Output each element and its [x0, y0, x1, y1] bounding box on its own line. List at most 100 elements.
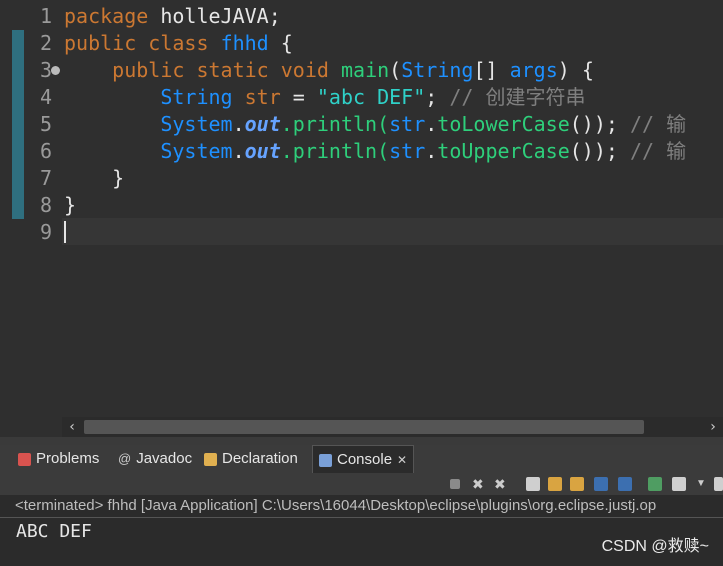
console-icon [319, 453, 332, 467]
code-token: . [232, 139, 245, 163]
declaration-icon [204, 452, 217, 466]
tab-problems[interactable]: Problems [18, 445, 99, 473]
tab-declaration[interactable]: Declaration [204, 445, 298, 473]
code-token: public [64, 31, 137, 55]
code-token: System [160, 112, 233, 136]
code-token: System [160, 139, 233, 163]
fold-icon[interactable] [51, 66, 60, 75]
code-token: { [268, 31, 293, 55]
line-number: 8 [39, 193, 52, 217]
line-number: 9 [39, 220, 52, 244]
code-token: class [148, 31, 209, 55]
code-token: ( [389, 58, 402, 82]
bottom-panel-tabs: Problems @ Javadoc Declaration Console ✕ [0, 445, 723, 474]
problems-icon [18, 452, 31, 466]
code-token: args [509, 58, 558, 82]
code-token: [] [473, 58, 510, 82]
line-number: 7 [39, 166, 52, 190]
code-token: .println( [280, 139, 390, 163]
watermark: CSDN @救赎~ [601, 538, 709, 555]
code-token: fhhd [220, 31, 269, 55]
current-line-highlight [62, 218, 723, 245]
code-line[interactable]: package holleJAVA; [64, 3, 281, 30]
line-number: 6 [39, 139, 52, 163]
code-line[interactable]: System.out.println(str.toLowerCase()); /… [64, 111, 686, 138]
code-line[interactable]: } [64, 192, 76, 219]
code-token: ()); [569, 139, 630, 163]
code-token: str [244, 85, 281, 109]
console-status: <terminated> fhhd [Java Application] C:\… [0, 495, 723, 517]
show-stdout-icon[interactable] [594, 477, 608, 491]
code-token: // 创建字符串 [449, 85, 586, 109]
code-token: static [196, 58, 269, 82]
code-token: ; [425, 85, 450, 109]
code-token: ()); [569, 112, 630, 136]
change-indicator [12, 30, 24, 57]
tab-label: Javadoc [136, 450, 193, 467]
javadoc-icon: @ [118, 451, 132, 466]
scroll-right-icon[interactable]: › [703, 417, 723, 437]
code-token: String [160, 85, 233, 109]
remove-all-icon[interactable]: ✖ [494, 477, 508, 491]
clear-console-icon[interactable] [526, 477, 540, 491]
console-toolbar: ✖ ✖ ▼ [0, 473, 723, 495]
line-number: 5 [39, 112, 52, 136]
code-line[interactable]: public static void main(String[] args) { [64, 57, 594, 84]
code-token: out [244, 139, 281, 163]
code-line[interactable]: public class fhhd { [64, 30, 293, 57]
code-token: out [244, 112, 281, 136]
code-token: } [64, 193, 77, 217]
code-token: holleJAVA; [148, 4, 281, 28]
scroll-thumb[interactable] [84, 420, 644, 434]
code-token: package [64, 4, 149, 28]
change-indicator [12, 57, 24, 219]
close-icon[interactable]: ✕ [397, 446, 407, 474]
line-number: 2 [39, 31, 52, 55]
line-number: 1 [39, 4, 52, 28]
show-stderr-icon[interactable] [618, 477, 632, 491]
tab-label: Problems [36, 450, 100, 467]
tab-javadoc[interactable]: @ Javadoc [118, 445, 192, 473]
scroll-left-icon[interactable]: ‹ [62, 417, 82, 437]
code-token: // 输 [629, 139, 687, 163]
code-token: .println( [280, 112, 390, 136]
code-token: . [232, 112, 245, 136]
line-number: 3 [39, 58, 52, 82]
code-token: String [401, 58, 474, 82]
display-console-icon[interactable] [672, 477, 686, 491]
tab-label: Console [337, 451, 393, 468]
word-wrap-icon[interactable] [570, 477, 584, 491]
terminate-icon[interactable] [450, 479, 460, 489]
code-line[interactable]: System.out.println(str.toUpperCase()); /… [64, 138, 686, 165]
code-token: void [280, 58, 329, 82]
line-number: 4 [39, 85, 52, 109]
scroll-lock-icon[interactable] [548, 477, 562, 491]
code-token: str [389, 139, 426, 163]
panel-divider [0, 437, 723, 445]
new-console-icon[interactable] [714, 477, 723, 491]
horizontal-scrollbar[interactable]: ‹ › [62, 417, 723, 437]
chevron-down-icon[interactable]: ▼ [696, 477, 710, 491]
code-line[interactable]: } [64, 165, 124, 192]
code-editor[interactable]: 123456789 package holleJAVA; public class… [0, 0, 723, 417]
tab-console[interactable]: Console ✕ [312, 445, 415, 474]
code-token: ) { [557, 58, 594, 82]
pin-console-icon[interactable] [648, 477, 662, 491]
code-token: public [112, 58, 185, 82]
code-line[interactable]: String str = "abc DEF"; // 创建字符串 [64, 84, 585, 111]
code-token: } [64, 166, 125, 190]
console-output: ABC DEF [16, 521, 92, 542]
code-token: toUpperCase [437, 139, 570, 163]
remove-launch-icon[interactable]: ✖ [472, 477, 486, 491]
text-caret [64, 221, 66, 243]
tab-label: Declaration [222, 450, 298, 467]
